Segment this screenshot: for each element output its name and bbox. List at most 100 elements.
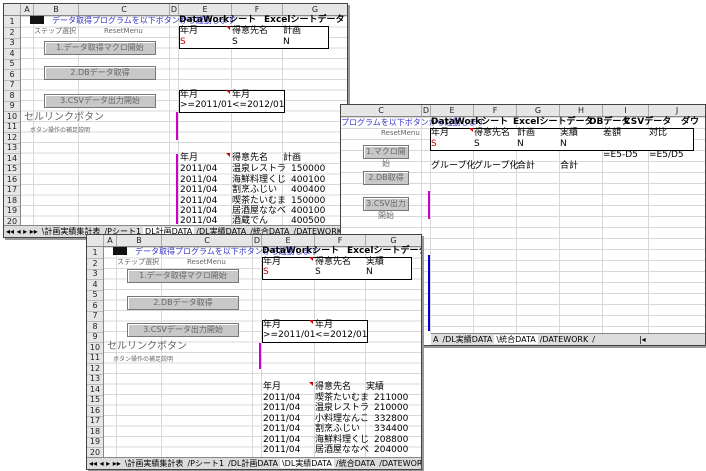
- col-header[interactable]: G: [517, 105, 560, 116]
- value-cell[interactable]: S: [232, 37, 238, 48]
- tab-scroll-arrows[interactable]: ◂◂ ◂ ▸ ▸▸: [4, 227, 40, 236]
- col-header[interactable]: J: [649, 105, 705, 116]
- data-cell[interactable]: 温泉レストラ: [232, 164, 286, 175]
- tab-datework[interactable]: /DATEWORK: [377, 459, 421, 468]
- data-cell[interactable]: 211000: [374, 393, 408, 404]
- value-cell[interactable]: N: [560, 139, 567, 150]
- data-cell[interactable]: 400400: [291, 185, 325, 196]
- group-cell[interactable]: 合計: [517, 161, 535, 172]
- col-header[interactable]: B: [117, 235, 162, 246]
- tab-dl-actual[interactable]: /DL実績DATA: [440, 335, 494, 344]
- col-header[interactable]: G: [366, 235, 421, 246]
- formula-cell[interactable]: =E5/D5: [649, 150, 684, 161]
- data-cell[interactable]: 2011/04: [263, 445, 300, 456]
- corner-select-all[interactable]: [87, 235, 104, 246]
- data-cell[interactable]: 2011/04: [263, 393, 300, 404]
- col-header[interactable]: C: [79, 4, 170, 15]
- corner-select-all[interactable]: [4, 4, 21, 15]
- data-header[interactable]: 実績: [366, 382, 384, 393]
- header-cell[interactable]: 実績: [560, 128, 578, 139]
- col-header[interactable]: E: [431, 105, 474, 116]
- col-header[interactable]: D: [253, 235, 262, 246]
- data-cell[interactable]: 居酒屋ななべ: [315, 445, 369, 456]
- value-cell[interactable]: N: [366, 267, 373, 278]
- csv-export-button[interactable]: 3.CSVデータ出力開始: [44, 94, 156, 108]
- data-header[interactable]: 計画: [283, 153, 301, 164]
- col-header[interactable]: G: [283, 4, 347, 15]
- data-cell[interactable]: 334400: [374, 424, 408, 435]
- data-cell[interactable]: 208800: [374, 435, 408, 446]
- group-cell[interactable]: 合計: [560, 161, 578, 172]
- col-header[interactable]: E: [179, 4, 232, 15]
- col-header[interactable]: F: [474, 105, 517, 116]
- header-cell[interactable]: 対比: [649, 128, 667, 139]
- col-header[interactable]: F: [315, 235, 366, 246]
- data-cell[interactable]: 210000: [374, 403, 408, 414]
- header-cell[interactable]: 計画: [283, 26, 301, 37]
- data-header[interactable]: 得意先名: [315, 382, 351, 393]
- col-header[interactable]: B: [34, 4, 79, 15]
- data-cell[interactable]: 2011/04: [180, 164, 217, 175]
- data-cell[interactable]: 小料理なんこ: [315, 414, 369, 425]
- tab-datework[interactable]: /DATEWORK: [538, 335, 591, 344]
- cell-link-button-label[interactable]: セルリンクボタン: [107, 341, 187, 352]
- macro-start-button[interactable]: 1.データ取得マクロ開始: [44, 41, 156, 55]
- header-cell[interactable]: 計画: [517, 128, 535, 139]
- header-cell[interactable]: 得意先名: [474, 128, 510, 139]
- data-cell[interactable]: 2011/04: [180, 175, 217, 186]
- header-cell[interactable]: 得意先名: [232, 26, 268, 37]
- data-cell[interactable]: 332800: [374, 414, 408, 425]
- data-cell[interactable]: 海鮮料理くじ: [232, 175, 286, 186]
- db-fetch-button[interactable]: 2.DBデータ取得: [127, 296, 239, 310]
- db-fetch-button[interactable]: 2.DB取得: [363, 171, 409, 185]
- col-header[interactable]: H: [560, 105, 603, 116]
- data-header[interactable]: 年月: [263, 382, 281, 393]
- data-cell[interactable]: 2011/04: [263, 424, 300, 435]
- header-cell[interactable]: 年月: [431, 128, 449, 139]
- data-header[interactable]: 年月: [180, 153, 198, 164]
- tab-dl-actual[interactable]: \DL実績DATA: [279, 459, 334, 468]
- data-cell[interactable]: 割烹ふじい: [232, 185, 277, 196]
- group-cell[interactable]: グループ化: [431, 161, 475, 172]
- db-fetch-button[interactable]: 2.DBデータ取得: [44, 66, 156, 80]
- data-header[interactable]: 得意先名: [232, 153, 268, 164]
- condition-value[interactable]: >=2011/01: [180, 100, 232, 111]
- value-cell[interactable]: N: [283, 37, 290, 48]
- data-cell[interactable]: 400100: [291, 175, 325, 186]
- data-cell[interactable]: 温泉レストラ: [315, 403, 369, 414]
- tab-merge[interactable]: \統合DATA: [494, 335, 538, 344]
- value-cell[interactable]: S: [180, 37, 186, 48]
- tab-summary[interactable]: \計画実績集計表: [123, 459, 186, 468]
- condition-value[interactable]: <=2012/01: [232, 100, 284, 111]
- csv-export-button[interactable]: 3.CSVデータ出力開始: [127, 323, 239, 337]
- data-cell[interactable]: 2011/04: [263, 435, 300, 446]
- value-cell[interactable]: S: [474, 139, 480, 150]
- data-cell[interactable]: 割烹ふじい: [315, 424, 360, 435]
- data-cell[interactable]: 150000: [291, 196, 325, 207]
- data-cell[interactable]: 喫茶たいむま: [315, 393, 369, 404]
- macro-start-button[interactable]: 1.データ取得マクロ開始: [127, 269, 239, 283]
- header-cell[interactable]: 差額: [603, 128, 621, 139]
- horizontal-scrollbar[interactable]: |◂: [637, 335, 648, 344]
- data-cell[interactable]: 2011/04: [180, 185, 217, 196]
- tab-merge[interactable]: /統合DATA: [334, 459, 377, 468]
- data-cell[interactable]: 2011/04: [180, 196, 217, 207]
- col-header[interactable]: I: [603, 105, 649, 116]
- tab-dl-plan[interactable]: /DL計画DATA: [226, 459, 280, 468]
- condition-value[interactable]: >=2011/01: [263, 330, 315, 341]
- tab-scroll-arrows[interactable]: ◂◂ ◂ ▸ ▸▸: [87, 459, 123, 468]
- value-cell[interactable]: S: [263, 267, 269, 278]
- tab-end[interactable]: /: [590, 335, 597, 344]
- col-header[interactable]: C: [341, 105, 422, 116]
- cell-link-button-label[interactable]: セルリンクボタン: [24, 112, 104, 123]
- condition-value[interactable]: <=2012/01: [315, 330, 367, 341]
- data-cell[interactable]: 2011/04: [263, 403, 300, 414]
- tab-pivot[interactable]: /Pシート1: [185, 459, 226, 468]
- formula-cell[interactable]: =E5-D5: [603, 150, 638, 161]
- data-cell[interactable]: 2011/04: [263, 414, 300, 425]
- value-cell[interactable]: N: [517, 139, 524, 150]
- header-cell[interactable]: 年月: [180, 26, 198, 37]
- macro-start-button[interactable]: 1.マクロ開始: [363, 145, 409, 168]
- csv-export-button[interactable]: 3.CSV出力開始: [363, 197, 409, 220]
- col-header[interactable]: D: [422, 105, 431, 116]
